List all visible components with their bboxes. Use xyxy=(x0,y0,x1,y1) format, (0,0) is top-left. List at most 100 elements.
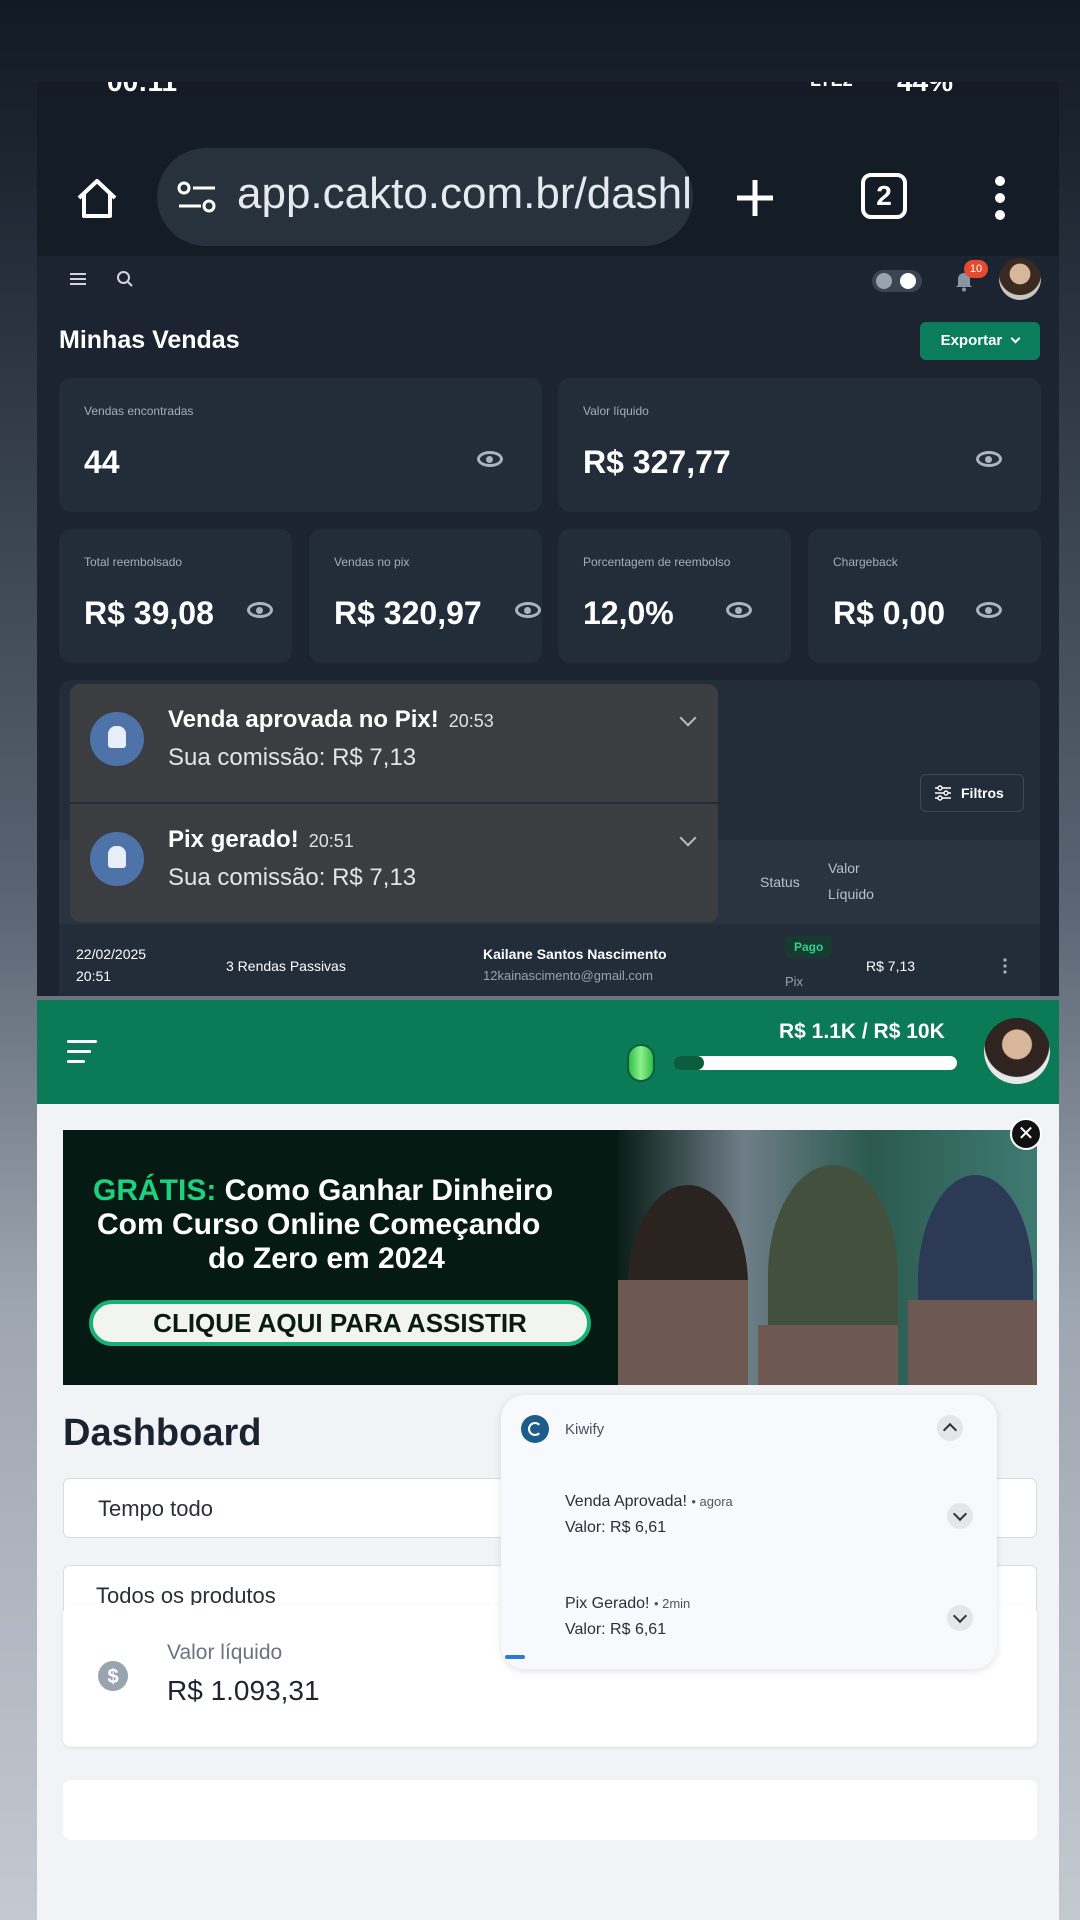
table-row[interactable]: 22/02/2025 20:51 3 Rendas Passivas Kaila… xyxy=(37,924,1059,996)
kiwify-notification-panel[interactable]: Kiwify Venda Aprovada! • agora Valor: R$… xyxy=(501,1395,997,1669)
status-network: LTE2 xyxy=(810,82,853,91)
banner-line1: Como Ganhar Dinheiro xyxy=(224,1174,554,1207)
row-product: 3 Rendas Passivas xyxy=(226,958,346,974)
stat-value: 44 xyxy=(84,444,120,480)
eye-icon[interactable] xyxy=(247,602,273,618)
stat-label: Chargeback xyxy=(833,555,898,569)
stat-card-valor-liquido: Valor líquido R$ 327,77 xyxy=(558,378,1041,512)
next-card xyxy=(63,1780,1037,1840)
laptop-2 xyxy=(758,1325,898,1385)
stat-label: Vendas encontradas xyxy=(84,404,194,418)
stat-card-reembolsado: Total reembolsado R$ 39,08 xyxy=(59,529,292,663)
tab-switcher-button[interactable]: 2 xyxy=(861,173,907,219)
progress-text: R$ 1.1K / R$ 10K xyxy=(779,1020,945,1043)
url-text: app.cakto.com.br/dashl xyxy=(237,169,692,218)
stat-label: Porcentagem de reembolso xyxy=(583,555,731,569)
search-icon[interactable] xyxy=(116,270,134,288)
page-title: Minhas Vendas xyxy=(59,326,240,354)
stat-value: R$ 327,77 xyxy=(583,444,731,480)
avatar[interactable] xyxy=(999,258,1041,300)
progress-fill xyxy=(673,1056,705,1070)
laptop-3 xyxy=(908,1300,1037,1385)
stat-label: Total reembolsado xyxy=(84,555,183,569)
stat-card-porcentagem: Porcentagem de reembolso 12,0% xyxy=(558,529,791,663)
expand-icon[interactable] xyxy=(947,1503,973,1529)
panel-app-name: Kiwify xyxy=(565,1421,605,1438)
column-valor: Valor xyxy=(828,860,860,876)
stat-value: 12,0% xyxy=(583,595,674,631)
moon-glyph xyxy=(528,1422,542,1436)
kiwify-app-icon xyxy=(521,1415,549,1443)
filters-button[interactable]: Filtros xyxy=(920,774,1024,812)
time-filter-value: Tempo todo xyxy=(98,1496,213,1521)
panel-item-title: Venda Aprovada! xyxy=(565,1493,687,1510)
export-button[interactable]: Exportar xyxy=(920,322,1040,360)
progress-bar xyxy=(673,1056,957,1070)
more-menu-icon[interactable] xyxy=(993,174,1007,222)
menu-icon[interactable] xyxy=(69,272,87,286)
status-battery: 44% xyxy=(897,82,953,96)
stat-card-vendas: Vendas encontradas 44 xyxy=(59,378,542,512)
cakto-dashboard: 10 Minhas Vendas Exportar Vendas encontr… xyxy=(37,256,1059,996)
row-date: 22/02/2025 xyxy=(76,946,147,962)
expand-icon[interactable] xyxy=(679,709,697,727)
dollar-icon: $ xyxy=(98,1661,128,1691)
banner-line3: do Zero em 2024 xyxy=(208,1242,445,1275)
notification-body: Sua comissão: R$ 7,13 xyxy=(168,864,417,891)
status-time: 00:11 xyxy=(107,82,177,96)
notification-venda-aprovada[interactable]: Venda aprovada no Pix! 20:53 Sua comissão… xyxy=(70,684,718,802)
column-liquido: Líquido xyxy=(828,886,874,902)
toggle-knob xyxy=(876,273,892,289)
new-tab-icon[interactable] xyxy=(733,176,777,220)
panel-item-time: agora xyxy=(699,1494,733,1509)
eye-icon[interactable] xyxy=(976,451,1002,467)
promo-banner[interactable]: GRÁTIS: Como Ganhar Dinheiro Com Curso O… xyxy=(63,1130,1037,1385)
chevron-down-icon xyxy=(1010,333,1021,344)
theme-toggle[interactable] xyxy=(872,270,922,292)
stat-card-chargeback: Chargeback R$ 0,00 xyxy=(808,529,1041,663)
row-menu-icon[interactable] xyxy=(1003,958,1007,974)
status-bar: 00:11 LTE2 44% xyxy=(37,82,1059,96)
row-value: R$ 7,13 xyxy=(866,958,916,974)
moon-icon xyxy=(900,273,916,289)
notification-time: 20:51 xyxy=(308,831,354,851)
filters-label: Filtros xyxy=(961,785,1004,801)
site-settings-icon[interactable] xyxy=(177,180,217,214)
banner-cta-button[interactable]: CLIQUE AQUI PARA ASSISTIR xyxy=(89,1300,591,1346)
eye-icon[interactable] xyxy=(726,602,752,618)
app-icon xyxy=(90,832,144,886)
notification-pix-gerado[interactable]: Pix gerado! 20:51 Sua comissão: R$ 7,13 xyxy=(70,804,718,922)
app-icon xyxy=(90,712,144,766)
kiwify-dashboard: R$ 1.1K / R$ 10K GRÁTIS: Como Ganhar Din… xyxy=(37,1000,1059,1920)
expand-icon[interactable] xyxy=(947,1605,973,1631)
eye-icon[interactable] xyxy=(477,451,503,467)
panel-item-title: Pix Gerado! xyxy=(565,1595,650,1612)
stat-label: Valor líquido xyxy=(583,404,649,418)
expand-icon[interactable] xyxy=(679,829,697,847)
panel-item-body: Valor: R$ 6,61 xyxy=(565,1519,667,1536)
stat-value: R$ 320,97 xyxy=(334,595,482,631)
kiwify-header: R$ 1.1K / R$ 10K xyxy=(37,1000,1059,1104)
net-value-label: Valor líquido xyxy=(167,1641,283,1664)
phone-screen: 00:11 LTE2 44% app.cakto.com.br/dashl 2 xyxy=(37,82,1059,1920)
collapse-icon[interactable] xyxy=(937,1415,963,1441)
row-customer: Kailane Santos Nascimento xyxy=(483,946,667,962)
gem-icon xyxy=(627,1044,655,1082)
status-badge: Pago xyxy=(785,936,833,958)
notification-time: 20:53 xyxy=(448,711,494,731)
notification-title: Pix gerado! xyxy=(168,826,299,853)
eye-icon[interactable] xyxy=(515,602,541,618)
svg-text:$: $ xyxy=(107,1666,118,1688)
dashboard-title: Dashboard xyxy=(63,1412,262,1454)
stat-card-pix: Vendas no pix R$ 320,97 xyxy=(309,529,542,663)
panel-item-time: 2min xyxy=(662,1596,691,1611)
net-value-amount: R$ 1.093,31 xyxy=(167,1675,320,1706)
notification-badge: 10 xyxy=(964,260,988,278)
avatar[interactable] xyxy=(984,1018,1050,1084)
eye-icon[interactable] xyxy=(976,602,1002,618)
scroll-indicator xyxy=(505,1655,525,1659)
home-icon[interactable] xyxy=(73,174,121,222)
row-method: Pix xyxy=(785,974,804,989)
laptop-1 xyxy=(618,1280,748,1385)
close-icon[interactable]: ✕ xyxy=(1010,1118,1042,1150)
